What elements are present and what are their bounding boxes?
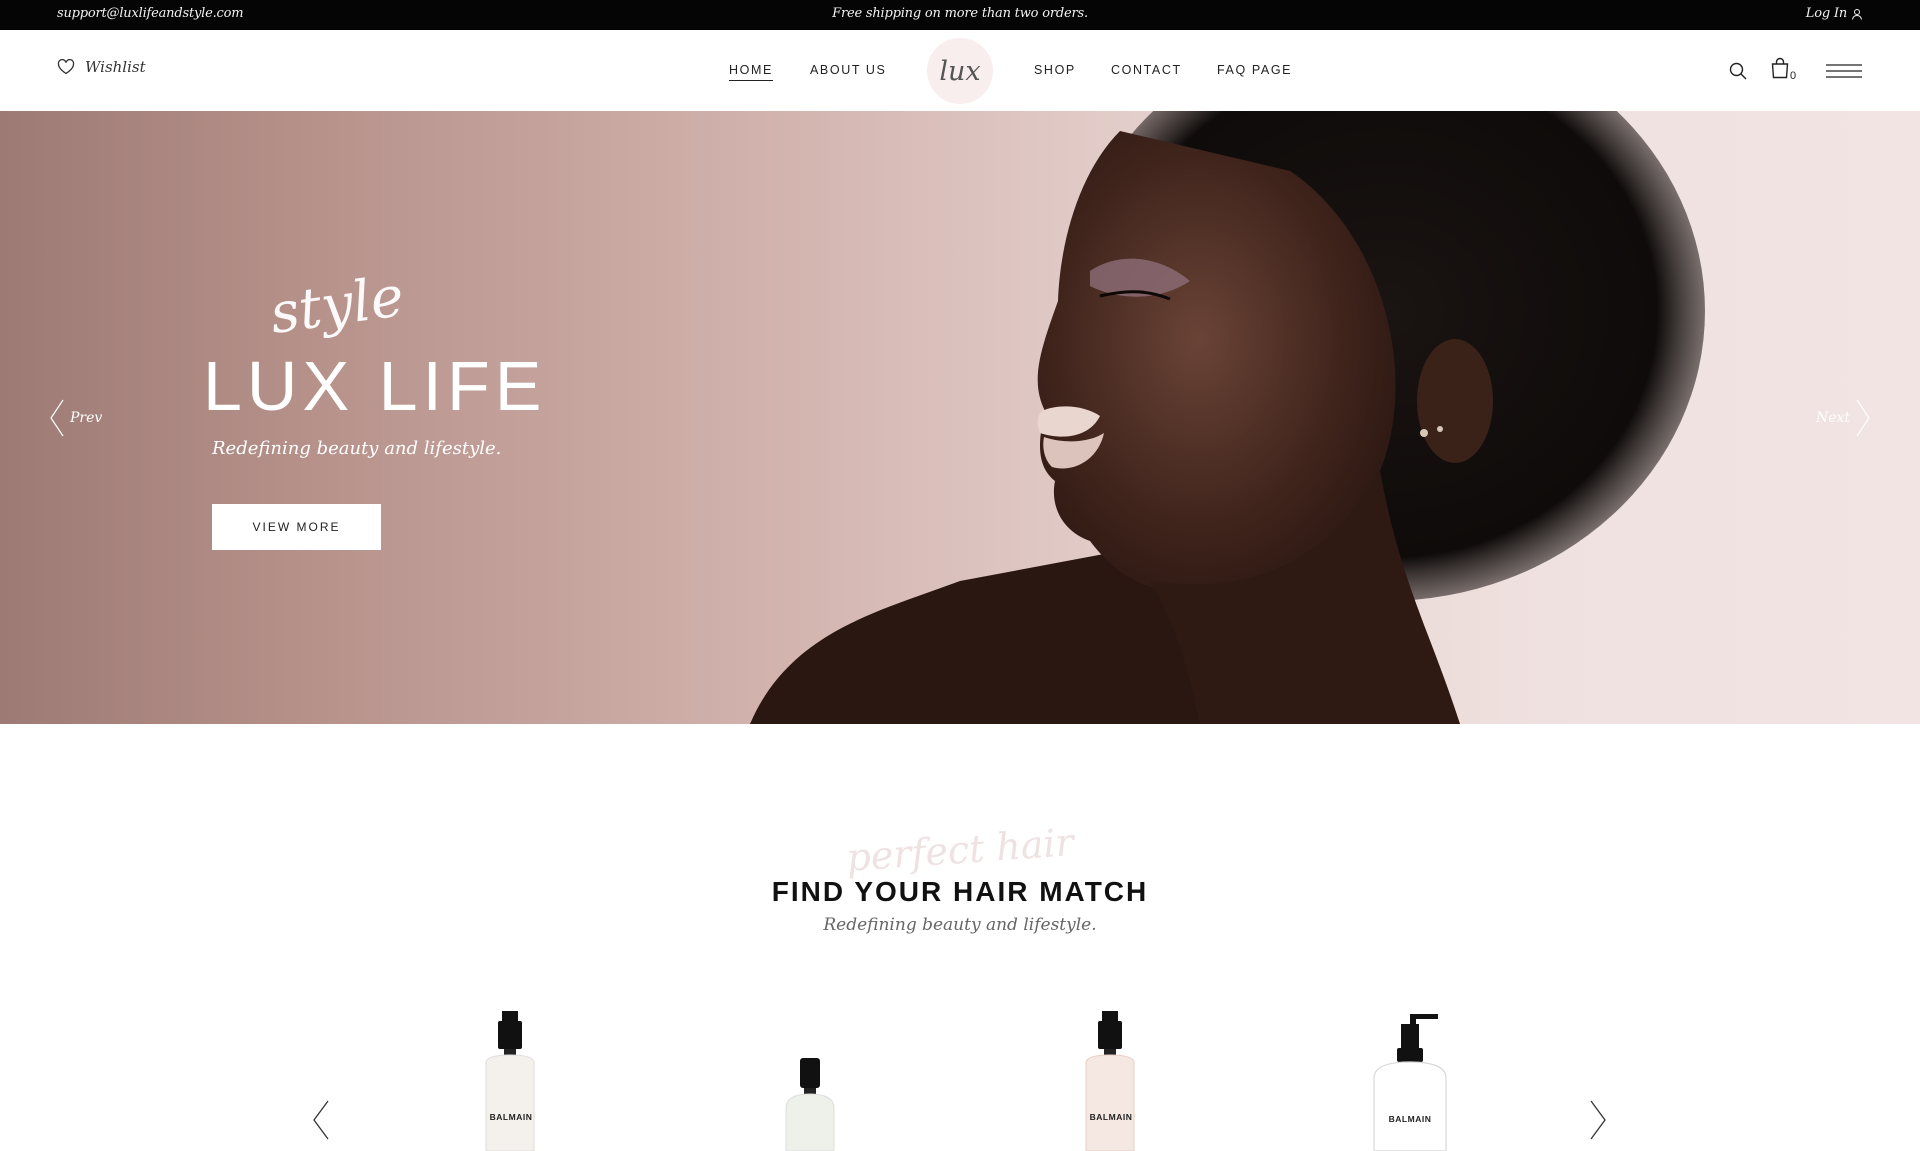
hero-prev-button[interactable]: Prev xyxy=(50,399,102,437)
shopping-bag-icon[interactable] xyxy=(1770,57,1790,79)
wishlist-link[interactable]: Wishlist xyxy=(57,58,146,76)
top-bar: support@luxlifeandstyle.com Free shippin… xyxy=(0,0,1920,30)
shipping-notice: Free shipping on more than two orders. xyxy=(832,6,1088,21)
nav-home[interactable]: HOME xyxy=(729,63,773,81)
products-prev-arrow-icon[interactable] xyxy=(313,1100,329,1140)
search-icon[interactable] xyxy=(1728,61,1748,81)
product-brand: BALMAIN xyxy=(489,1112,533,1122)
section-title: FIND YOUR HAIR MATCH xyxy=(771,876,1149,907)
product-card[interactable]: BALMAIN xyxy=(1076,1011,1146,1151)
wishlist-label: Wishlist xyxy=(85,58,146,76)
pump-bottle-image xyxy=(1373,1014,1447,1151)
hero-title: LUX LIFE xyxy=(203,347,547,425)
cart-count: 0 xyxy=(1790,70,1797,82)
spray-bottle-image xyxy=(485,1011,535,1151)
login-label: Log In xyxy=(1805,6,1847,21)
section-subtitle: Redefining beauty and lifestyle. xyxy=(823,915,1097,935)
hero-next-button[interactable]: Next xyxy=(1816,399,1870,437)
product-brand: BALMAIN xyxy=(1089,1112,1133,1122)
spray-bottle-image xyxy=(785,1058,835,1151)
products-next-arrow-icon[interactable] xyxy=(1590,1100,1606,1140)
login-link[interactable]: Log In xyxy=(1806,6,1863,21)
hero-prev-label: Prev xyxy=(70,410,103,426)
site-header: Wishlist HOME ABOUT US lux SHOP CONTACT … xyxy=(0,30,1920,111)
nav-contact[interactable]: CONTACT xyxy=(1111,63,1182,77)
product-card[interactable]: BALMAIN xyxy=(476,1011,546,1151)
product-card[interactable] xyxy=(778,1058,842,1151)
nav-shop[interactable]: SHOP xyxy=(1034,63,1076,77)
user-icon xyxy=(1852,8,1862,20)
chevron-right-icon xyxy=(1856,399,1870,437)
site-logo[interactable]: lux xyxy=(927,38,993,104)
chevron-left-icon xyxy=(50,399,64,437)
spray-bottle-image xyxy=(1085,1011,1135,1151)
product-card[interactable]: BALMAIN xyxy=(1370,1014,1450,1151)
hero-slider: style LUX LIFE Redefining beauty and lif… xyxy=(0,111,1920,724)
heart-icon xyxy=(57,59,75,75)
section-script-text: perfect hair xyxy=(844,820,1076,880)
view-more-button[interactable]: VIEW MORE xyxy=(212,504,381,550)
product-brand: BALMAIN xyxy=(1388,1114,1432,1124)
hero-next-label: Next xyxy=(1815,410,1850,426)
hamburger-menu-icon[interactable] xyxy=(1826,64,1862,78)
nav-about-us[interactable]: ABOUT US xyxy=(810,63,886,77)
hero-subtitle: Redefining beauty and lifestyle. xyxy=(212,438,502,459)
logo-text: lux xyxy=(939,55,981,87)
nav-faq-page[interactable]: FAQ PAGE xyxy=(1217,63,1292,77)
